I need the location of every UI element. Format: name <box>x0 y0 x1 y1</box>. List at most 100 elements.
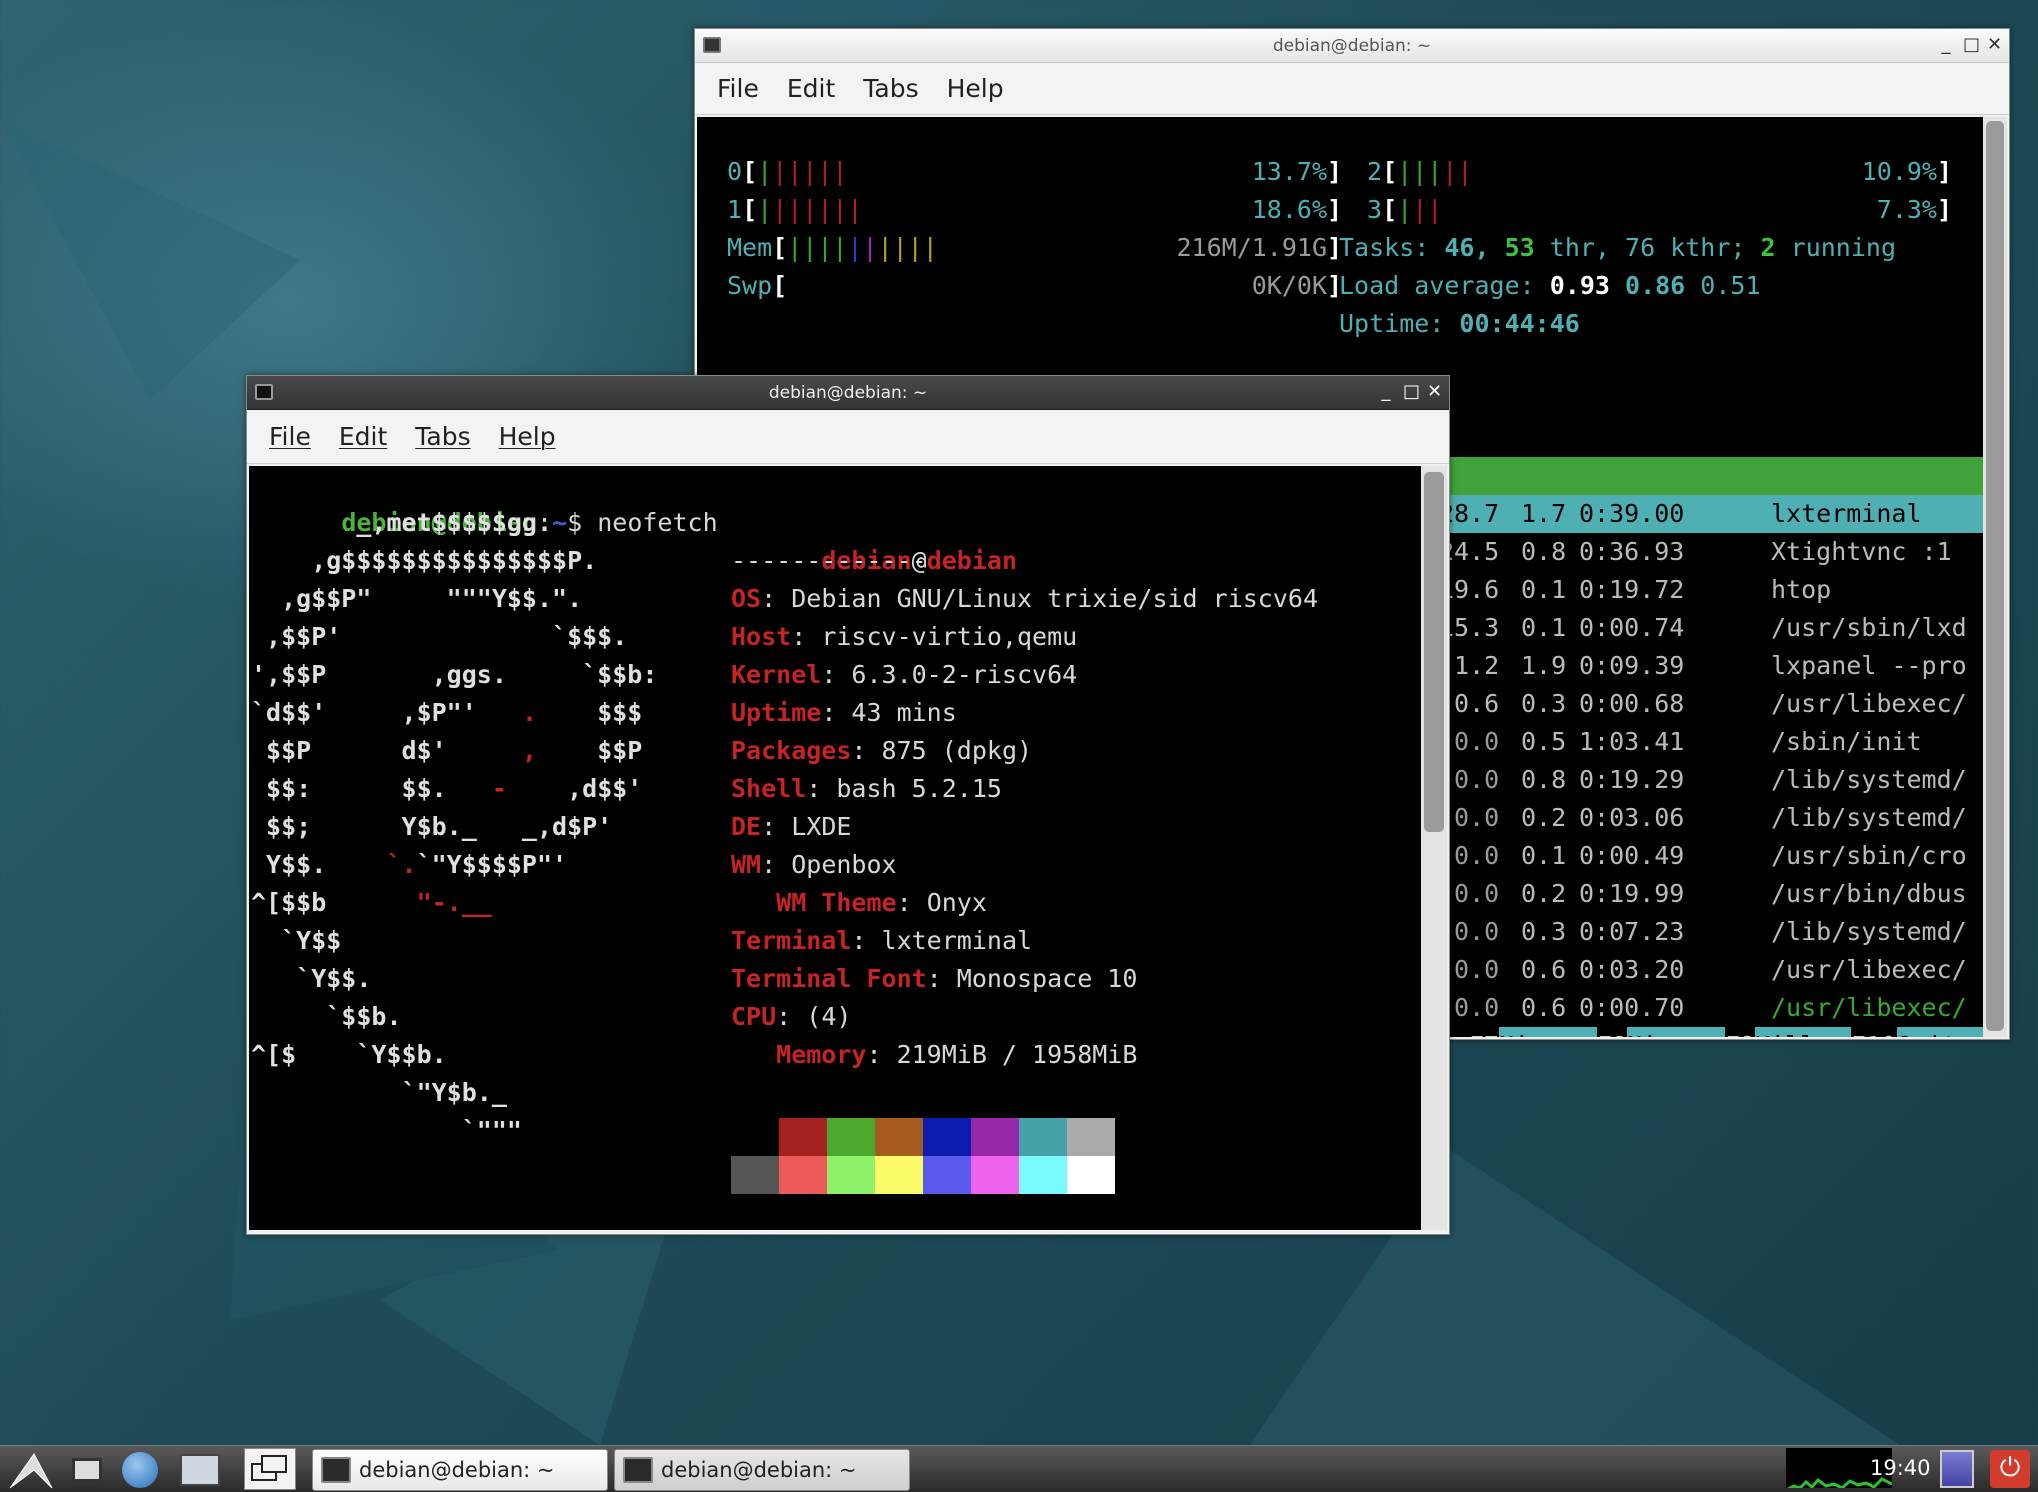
process-command: htop <box>1771 575 1832 604</box>
cpu0-close: ] <box>1327 157 1343 186</box>
menu-tabs[interactable]: Tabs <box>849 74 932 103</box>
maximize-icon[interactable]: □ <box>1403 380 1420 404</box>
taskbar-task-2[interactable]: debian@debian: ~ <box>614 1449 910 1491</box>
info-value: Debian GNU/Linux trixie/sid riscv64 <box>791 584 1319 613</box>
menu-help[interactable]: Help <box>933 74 1018 103</box>
logo-line: ^[$$b "-.__ <box>251 888 492 917</box>
power-button-icon[interactable]: ⏻ <box>1990 1450 2030 1488</box>
process-command: /sbin/init <box>1771 727 1922 756</box>
fkey-f10-label[interactable]: Quit <box>1897 1027 1983 1037</box>
clock[interactable]: 19:40 <box>1870 1456 1931 1492</box>
logo-line: $$P d$' , $$P <box>251 736 643 765</box>
process-command: /lib/systemd/ <box>1771 917 1967 946</box>
info-label: Terminal Font <box>731 964 927 993</box>
titlebar[interactable]: debian@debian: ~ _ □ ✕ <box>695 29 2009 63</box>
cpu0-label: 0 <box>727 157 743 186</box>
palette-swatch <box>923 1156 971 1194</box>
web-browser-icon[interactable] <box>122 1452 158 1488</box>
palette-swatch <box>827 1118 875 1156</box>
taskbar-task-1[interactable]: debian@debian: ~ <box>312 1449 608 1491</box>
palette-swatch <box>731 1156 779 1194</box>
htop-scrollbar[interactable] <box>1983 117 2007 1037</box>
process-time: 0:00.70 <box>1579 993 1685 1022</box>
fkey-f8-num[interactable]: F8 <box>1597 1027 1627 1037</box>
info-value: riscv-virtio,qemu <box>821 622 1078 651</box>
fkey-f7-num[interactable]: F7 <box>1469 1027 1499 1037</box>
fkey-f9-num[interactable]: F9 <box>1725 1027 1755 1037</box>
info-value: 219MiB / 1958MiB <box>896 1040 1138 1069</box>
palette-swatch <box>971 1156 1019 1194</box>
info-label: Memory <box>731 1040 867 1069</box>
menu-edit[interactable]: Edit <box>325 422 401 451</box>
process-command: /usr/libexec/ <box>1771 955 1967 984</box>
fkey-f10-num[interactable]: F10 <box>1851 1027 1896 1037</box>
process-mem: 0.3 <box>1521 917 1567 946</box>
lxde-menu-icon[interactable] <box>6 1450 56 1490</box>
logo-line: $$: $$. - ,d$$' <box>251 774 643 803</box>
process-time: 0:00.74 <box>1579 613 1685 642</box>
swp-value: 0K/0K <box>1251 271 1327 300</box>
info-row: WM Theme: Onyx <box>731 888 987 917</box>
mem-label: Mem <box>727 233 773 262</box>
menu-tabs[interactable]: Tabs <box>401 422 484 451</box>
taskbar: debian@debian: ~ debian@debian: ~ 19:40 … <box>0 1445 2038 1492</box>
info-value: Openbox <box>791 850 897 879</box>
process-command: /usr/sbin/cro <box>1771 841 1967 870</box>
running-label: running <box>1790 233 1897 262</box>
scrollbar-thumb[interactable] <box>1424 472 1444 832</box>
info-value: 875 (dpkg) <box>881 736 1033 765</box>
file-manager-icon[interactable] <box>180 1454 220 1486</box>
close-icon[interactable]: ✕ <box>1987 33 2002 57</box>
close-icon[interactable]: ✕ <box>1427 380 1442 404</box>
fkey-f7-label[interactable]: Nice - <box>1499 1027 1597 1037</box>
minimize-all-icon[interactable] <box>72 1458 102 1482</box>
fkey-f9-label[interactable]: Kill <box>1755 1027 1851 1037</box>
process-time: 0:36.93 <box>1579 537 1685 566</box>
info-label: Host <box>731 622 792 651</box>
process-command: /usr/bin/dbus <box>1771 879 1967 908</box>
logo-line: ,$$P' `$$$. <box>251 622 628 651</box>
palette-swatch <box>1019 1118 1067 1156</box>
maximize-icon[interactable]: □ <box>1963 33 1980 57</box>
info-row: Terminal: lxterminal <box>731 926 1033 955</box>
process-command: Xtightvnc :1 <box>1771 537 1952 566</box>
process-mem: 0.3 <box>1521 689 1567 718</box>
load5: 0.86 <box>1625 271 1686 300</box>
uptime-label: Uptime: <box>1339 309 1445 338</box>
process-time: 1:03.41 <box>1579 727 1685 756</box>
process-command: lxpanel --pro <box>1771 651 1967 680</box>
menu-file[interactable]: File <box>255 422 325 451</box>
neofetch-terminal-window[interactable]: debian@debian: ~ _ □ ✕ File Edit Tabs He… <box>246 375 1450 1235</box>
logo-line: ^[$ `Y$$b. <box>251 1040 447 1069</box>
logo-line: Y$$. `.`"Y$$$$P"' <box>251 850 568 879</box>
minimize-icon[interactable]: _ <box>1939 33 1953 57</box>
palette-swatch <box>827 1156 875 1194</box>
cpu0-value: 13.7% <box>1251 157 1327 186</box>
cpu2-meter: 2[||||| <box>1367 157 1473 186</box>
desktop-switcher-icon[interactable] <box>244 1448 296 1490</box>
titlebar[interactable]: debian@debian: ~ _ □ ✕ <box>247 376 1449 410</box>
process-command: /lib/systemd/ <box>1771 803 1967 832</box>
info-row: Memory: 219MiB / 1958MiB <box>731 1040 1138 1069</box>
cpu2-label: 2 <box>1367 157 1383 186</box>
neofetch-separator: ------------- <box>731 546 927 575</box>
neofetch-scrollbar[interactable] <box>1421 466 1447 1230</box>
process-time: 0:00.49 <box>1579 841 1685 870</box>
palette-swatch <box>779 1156 827 1194</box>
process-mem: 1.9 <box>1521 651 1567 680</box>
cpu3-label: 3 <box>1367 195 1383 224</box>
minimize-icon[interactable]: _ <box>1379 380 1393 404</box>
scrollbar-thumb[interactable] <box>1986 121 2004 1031</box>
fkey-f8-label[interactable]: Nice + <box>1627 1027 1725 1037</box>
task-label: debian@debian: ~ <box>661 1458 857 1482</box>
logo-line: ,g$$P" """Y$$.". <box>251 584 583 613</box>
info-value: bash 5.2.15 <box>836 774 1002 803</box>
info-value: Onyx <box>926 888 987 917</box>
load-meter: Load average: 0.93 0.86 0.51 <box>1339 267 1761 305</box>
menu-edit[interactable]: Edit <box>773 74 849 103</box>
neofetch-terminal-area[interactable]: debian@debian:~$ neofetch _,met$$$$$gg. … <box>249 466 1421 1230</box>
menu-help[interactable]: Help <box>485 422 570 451</box>
menu-file[interactable]: File <box>703 74 773 103</box>
prompt-command: $ neofetch <box>567 508 718 537</box>
info-label: Uptime <box>731 698 822 727</box>
